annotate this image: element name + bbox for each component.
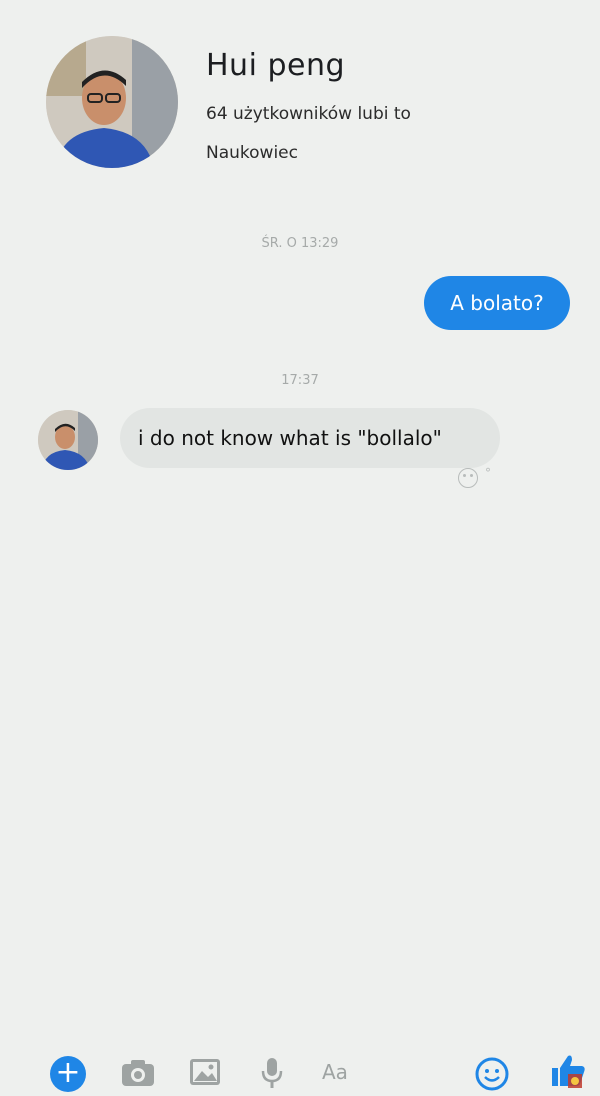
- plus-icon[interactable]: +: [50, 1056, 86, 1092]
- message-composer: + Aa: [0, 520, 600, 1092]
- incoming-message-bubble[interactable]: i do not know what is "bollalo": [120, 408, 500, 468]
- microphone-icon[interactable]: [258, 1056, 286, 1094]
- seen-indicator-icon: [458, 468, 478, 488]
- camera-icon[interactable]: [120, 1056, 156, 1092]
- incoming-message-text: i do not know what is "bollalo": [138, 426, 442, 450]
- emoji-icon[interactable]: [474, 1056, 510, 1096]
- message-timestamp: ŚR. O 13:29: [261, 236, 339, 251]
- profile-likes: 64 użytkowników lubi to: [206, 104, 411, 124]
- seen-mark-icon: °: [485, 466, 491, 480]
- text-input-placeholder[interactable]: Aa: [322, 1060, 348, 1084]
- sender-avatar[interactable]: [38, 410, 98, 470]
- thumbs-up-icon[interactable]: [548, 1050, 588, 1090]
- outgoing-message-bubble[interactable]: A bolato?: [424, 276, 570, 330]
- profile-name: Hui peng: [206, 48, 345, 83]
- profile-avatar[interactable]: [46, 36, 178, 168]
- profile-occupation: Naukowiec: [206, 143, 298, 163]
- outgoing-message-text: A bolato?: [450, 291, 544, 315]
- profile-header: Hui peng 64 użytkowników lubi to Naukowi…: [0, 0, 600, 200]
- image-icon[interactable]: [188, 1056, 222, 1092]
- message-timestamp-2: 17:37: [281, 373, 319, 388]
